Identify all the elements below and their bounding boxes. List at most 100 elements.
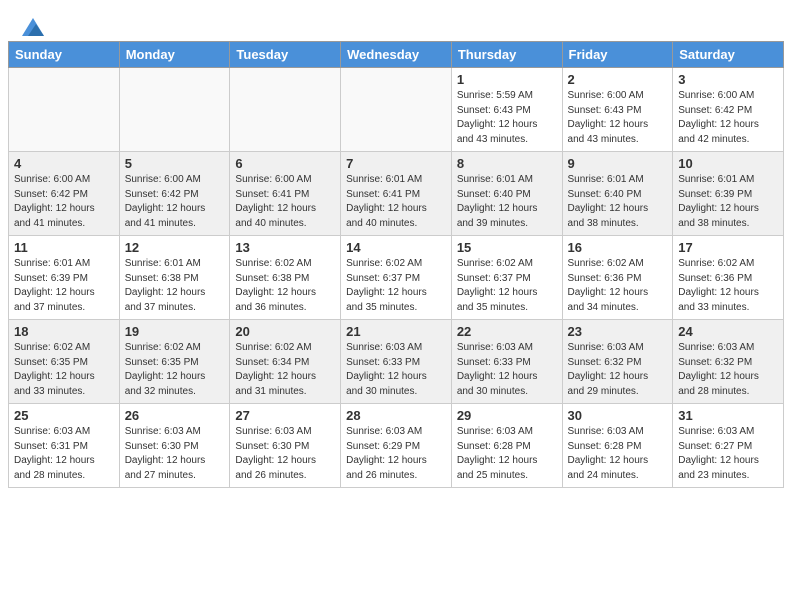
day-number: 4 [14, 156, 114, 171]
day-number: 18 [14, 324, 114, 339]
calendar-day-cell: 24 Sunrise: 6:03 AMSunset: 6:32 PMDayligh… [673, 320, 784, 404]
calendar-day-cell: 26 Sunrise: 6:03 AMSunset: 6:30 PMDayligh… [119, 404, 230, 488]
day-info: Sunrise: 6:03 AMSunset: 6:33 PMDaylight:… [346, 341, 446, 399]
day-info: Sunrise: 6:01 AMSunset: 6:40 PMDaylight:… [568, 173, 668, 231]
day-number: 23 [568, 324, 668, 339]
day-info: Sunrise: 6:02 AMSunset: 6:38 PMDaylight:… [235, 257, 335, 315]
day-info: Sunrise: 6:02 AMSunset: 6:35 PMDaylight:… [125, 341, 225, 399]
calendar-day-cell: 21 Sunrise: 6:03 AMSunset: 6:33 PMDayligh… [341, 320, 452, 404]
day-info: Sunrise: 6:01 AMSunset: 6:41 PMDaylight:… [346, 173, 446, 231]
col-header-tuesday: Tuesday [230, 42, 341, 68]
calendar-day-cell: 22 Sunrise: 6:03 AMSunset: 6:33 PMDayligh… [451, 320, 562, 404]
day-info: Sunrise: 6:03 AMSunset: 6:27 PMDaylight:… [678, 425, 778, 483]
col-header-sunday: Sunday [9, 42, 120, 68]
day-info: Sunrise: 6:03 AMSunset: 6:30 PMDaylight:… [125, 425, 225, 483]
col-header-friday: Friday [562, 42, 673, 68]
calendar-day-cell: 13Sunrise: 6:02 AMSunset: 6:38 PMDayligh… [230, 236, 341, 320]
calendar-day-cell: 4 Sunrise: 6:00 AMSunset: 6:42 PMDaylight… [9, 152, 120, 236]
day-number: 29 [457, 408, 557, 423]
calendar-day-cell: 27 Sunrise: 6:03 AMSunset: 6:30 PMDayligh… [230, 404, 341, 488]
calendar-day-cell: 11 Sunrise: 6:01 AMSunset: 6:39 PMDayligh… [9, 236, 120, 320]
day-number: 8 [457, 156, 557, 171]
day-info: Sunrise: 6:00 AMSunset: 6:42 PMDaylight:… [125, 173, 225, 231]
calendar-day-cell: 14 Sunrise: 6:02 AMSunset: 6:37 PMDayligh… [341, 236, 452, 320]
day-number: 1 [457, 72, 557, 87]
day-number: 14 [346, 240, 446, 255]
day-info: Sunrise: 6:02 AMSunset: 6:36 PMDaylight:… [678, 257, 778, 315]
day-number: 28 [346, 408, 446, 423]
calendar-day-cell: 2 Sunrise: 6:00 AMSunset: 6:43 PMDaylight… [562, 68, 673, 152]
calendar-day-cell: 1 Sunrise: 5:59 AMSunset: 6:43 PMDaylight… [451, 68, 562, 152]
calendar-day-cell: 25Sunrise: 6:03 AMSunset: 6:31 PMDayligh… [9, 404, 120, 488]
calendar-day-cell: 8 Sunrise: 6:01 AMSunset: 6:40 PMDaylight… [451, 152, 562, 236]
calendar-day-cell: 7 Sunrise: 6:01 AMSunset: 6:41 PMDaylight… [341, 152, 452, 236]
col-header-thursday: Thursday [451, 42, 562, 68]
calendar-table: SundayMondayTuesdayWednesdayThursdayFrid… [8, 41, 784, 488]
day-info: Sunrise: 6:02 AMSunset: 6:37 PMDaylight:… [346, 257, 446, 315]
calendar-day-cell [341, 68, 452, 152]
day-info: Sunrise: 6:00 AMSunset: 6:41 PMDaylight:… [235, 173, 335, 231]
day-number: 2 [568, 72, 668, 87]
calendar-day-cell: 15 Sunrise: 6:02 AMSunset: 6:37 PMDayligh… [451, 236, 562, 320]
calendar-day-cell: 5 Sunrise: 6:00 AMSunset: 6:42 PMDaylight… [119, 152, 230, 236]
day-info: Sunrise: 6:02 AMSunset: 6:37 PMDaylight:… [457, 257, 557, 315]
calendar-day-cell [119, 68, 230, 152]
calendar-week-row: 18 Sunrise: 6:02 AMSunset: 6:35 PMDayligh… [9, 320, 784, 404]
day-number: 31 [678, 408, 778, 423]
day-number: 21 [346, 324, 446, 339]
day-info: Sunrise: 6:03 AMSunset: 6:30 PMDaylight:… [235, 425, 335, 483]
logo [20, 18, 44, 36]
calendar-day-cell: 6 Sunrise: 6:00 AMSunset: 6:41 PMDaylight… [230, 152, 341, 236]
day-number: 5 [125, 156, 225, 171]
col-header-saturday: Saturday [673, 42, 784, 68]
day-number: 26 [125, 408, 225, 423]
day-number: 30 [568, 408, 668, 423]
day-number: 17 [678, 240, 778, 255]
page-header [0, 0, 792, 41]
day-number: 27 [235, 408, 335, 423]
calendar-week-row: 11 Sunrise: 6:01 AMSunset: 6:39 PMDayligh… [9, 236, 784, 320]
day-info: Sunrise: 6:00 AMSunset: 6:43 PMDaylight:… [568, 89, 668, 147]
day-info: Sunrise: 5:59 AMSunset: 6:43 PMDaylight:… [457, 89, 557, 147]
calendar-day-cell: 3 Sunrise: 6:00 AMSunset: 6:42 PMDaylight… [673, 68, 784, 152]
col-header-monday: Monday [119, 42, 230, 68]
day-info: Sunrise: 6:03 AMSunset: 6:28 PMDaylight:… [568, 425, 668, 483]
day-info: Sunrise: 6:00 AMSunset: 6:42 PMDaylight:… [678, 89, 778, 147]
day-number: 24 [678, 324, 778, 339]
day-info: Sunrise: 6:01 AMSunset: 6:39 PMDaylight:… [14, 257, 114, 315]
day-info: Sunrise: 6:00 AMSunset: 6:42 PMDaylight:… [14, 173, 114, 231]
calendar-day-cell: 20Sunrise: 6:02 AMSunset: 6:34 PMDayligh… [230, 320, 341, 404]
day-number: 3 [678, 72, 778, 87]
calendar-day-cell: 18 Sunrise: 6:02 AMSunset: 6:35 PMDayligh… [9, 320, 120, 404]
day-number: 19 [125, 324, 225, 339]
day-info: Sunrise: 6:02 AMSunset: 6:34 PMDaylight:… [235, 341, 335, 399]
calendar-day-cell: 9 Sunrise: 6:01 AMSunset: 6:40 PMDaylight… [562, 152, 673, 236]
day-info: Sunrise: 6:03 AMSunset: 6:33 PMDaylight:… [457, 341, 557, 399]
day-info: Sunrise: 6:03 AMSunset: 6:32 PMDaylight:… [678, 341, 778, 399]
calendar-week-row: 1 Sunrise: 5:59 AMSunset: 6:43 PMDaylight… [9, 68, 784, 152]
day-number: 22 [457, 324, 557, 339]
day-number: 15 [457, 240, 557, 255]
day-info: Sunrise: 6:02 AMSunset: 6:36 PMDaylight:… [568, 257, 668, 315]
calendar-day-cell: 12 Sunrise: 6:01 AMSunset: 6:38 PMDayligh… [119, 236, 230, 320]
day-number: 9 [568, 156, 668, 171]
day-number: 6 [235, 156, 335, 171]
calendar-header-row: SundayMondayTuesdayWednesdayThursdayFrid… [9, 42, 784, 68]
day-info: Sunrise: 6:03 AMSunset: 6:28 PMDaylight:… [457, 425, 557, 483]
day-info: Sunrise: 6:02 AMSunset: 6:35 PMDaylight:… [14, 341, 114, 399]
calendar-day-cell: 28Sunrise: 6:03 AMSunset: 6:29 PMDayligh… [341, 404, 452, 488]
calendar-day-cell: 19 Sunrise: 6:02 AMSunset: 6:35 PMDayligh… [119, 320, 230, 404]
logo-icon [22, 18, 44, 36]
calendar-day-cell: 17 Sunrise: 6:02 AMSunset: 6:36 PMDayligh… [673, 236, 784, 320]
day-info: Sunrise: 6:03 AMSunset: 6:31 PMDaylight:… [14, 425, 114, 483]
day-number: 7 [346, 156, 446, 171]
day-info: Sunrise: 6:01 AMSunset: 6:40 PMDaylight:… [457, 173, 557, 231]
calendar-week-row: 4 Sunrise: 6:00 AMSunset: 6:42 PMDaylight… [9, 152, 784, 236]
calendar-wrapper: SundayMondayTuesdayWednesdayThursdayFrid… [0, 41, 792, 496]
day-info: Sunrise: 6:01 AMSunset: 6:38 PMDaylight:… [125, 257, 225, 315]
calendar-day-cell [9, 68, 120, 152]
day-number: 12 [125, 240, 225, 255]
day-number: 11 [14, 240, 114, 255]
day-number: 16 [568, 240, 668, 255]
calendar-day-cell: 10Sunrise: 6:01 AMSunset: 6:39 PMDayligh… [673, 152, 784, 236]
